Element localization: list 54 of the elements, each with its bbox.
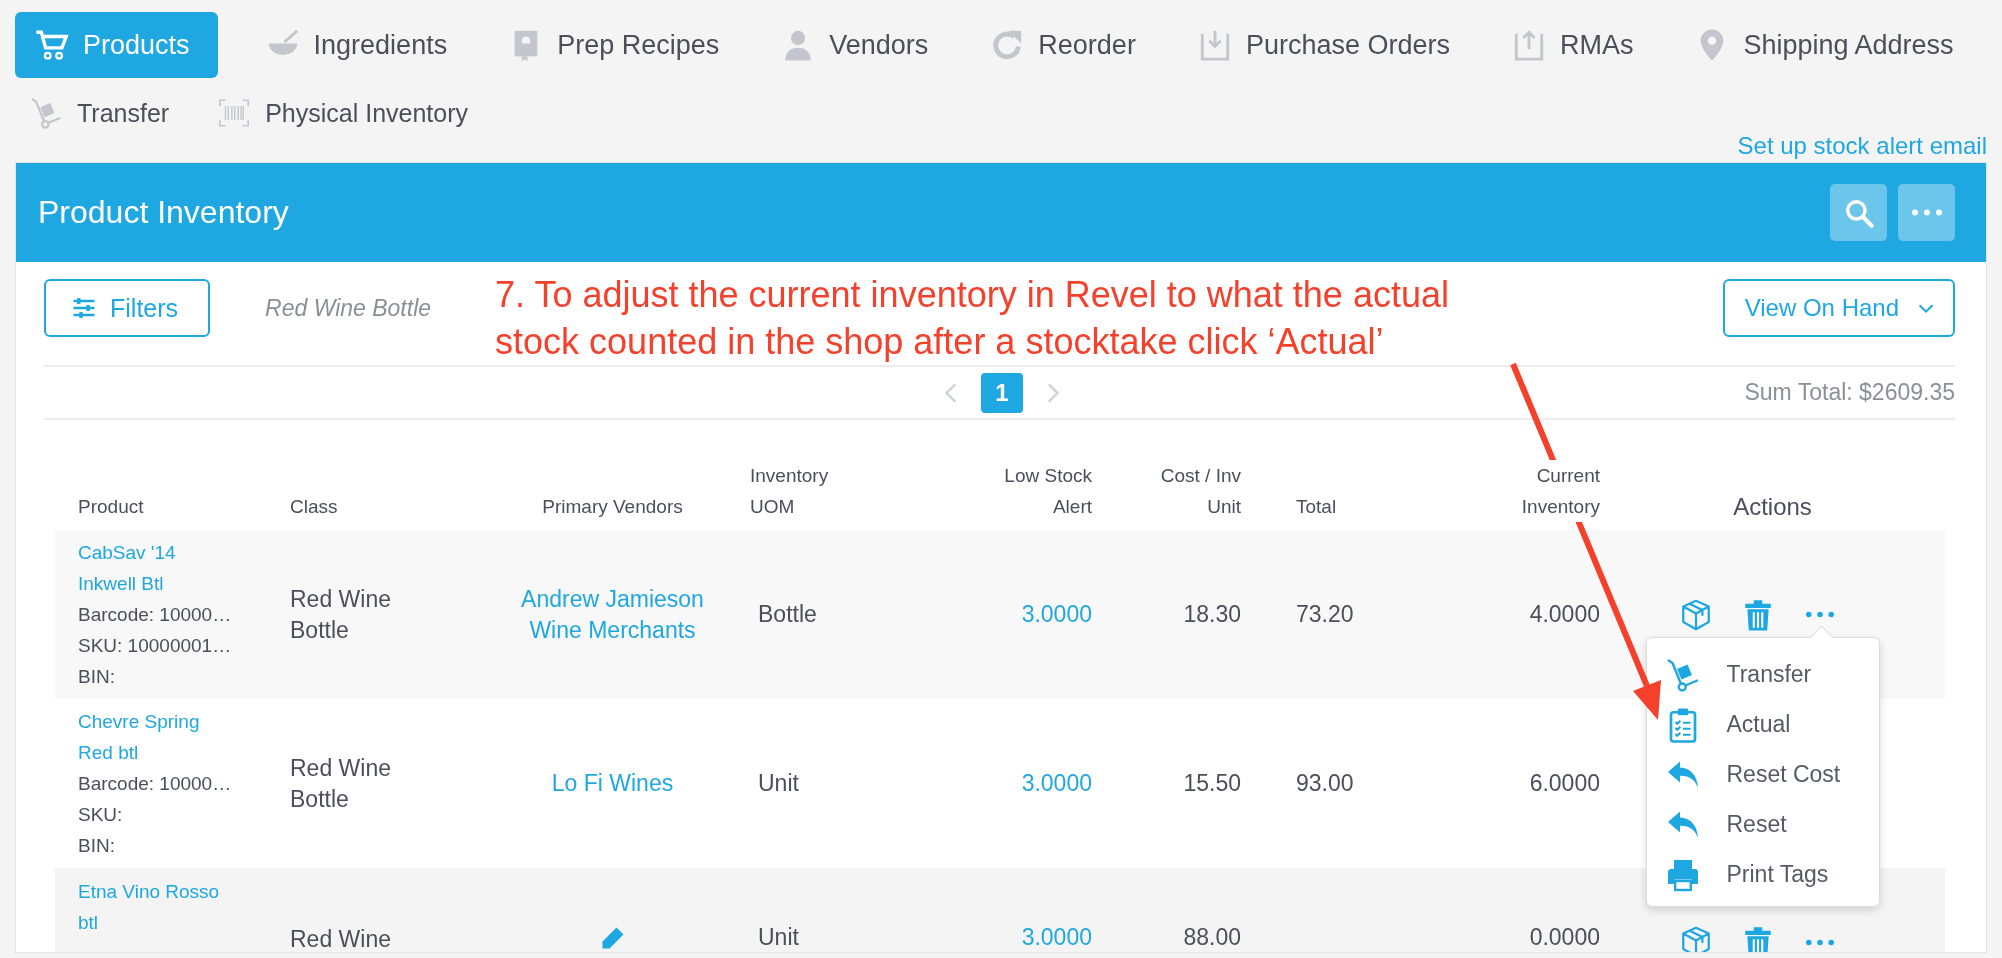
column-header: Product — [78, 495, 145, 519]
class-cell-text: Red Wine — [290, 925, 392, 952]
more-icon — [1805, 938, 1834, 946]
sum-total: Sum Total: $2609.35 — [1744, 379, 1955, 406]
cart-icon — [35, 28, 69, 62]
cost-cell: 88.00 — [1183, 924, 1241, 951]
inventory-cell: 6.0000 — [1529, 770, 1600, 797]
nav-tab[interactable]: Shipping Address — [1681, 12, 1968, 78]
nav-tab[interactable]: RMAs — [1497, 12, 1648, 78]
product-detail: Barcode: 10000… — [78, 772, 233, 796]
total-cell-text: 93.00 — [1296, 770, 1355, 797]
uom-cell-text: Unit — [757, 770, 800, 797]
menu-item[interactable]: Reset Cost — [1664, 749, 1879, 800]
cost-cell: 18.30 — [1183, 601, 1241, 628]
nav-tab[interactable]: Prep Recipes — [495, 12, 734, 78]
annotation-text: 7. To adjust the current inventory in Revel to what the actual stock counted in the shop after a stocktake click ‘Actual’ — [495, 273, 1450, 364]
total-cell-text: 73.20 — [1296, 601, 1355, 628]
product-detail: Barcode: 10000… — [78, 603, 233, 627]
more-button[interactable] — [1898, 184, 1955, 241]
panel-title: Product Inventory — [38, 194, 289, 231]
menu-item[interactable]: Print Tags — [1664, 849, 1879, 900]
product-detail: BIN: — [78, 665, 116, 689]
product-detail: SKU: 10000001… — [78, 634, 233, 658]
uom-cell-text: Bottle — [757, 601, 818, 628]
barcode-icon — [217, 96, 252, 130]
hand-truck-icon — [29, 96, 63, 130]
column-header: Inventory UOM — [750, 464, 830, 519]
active-filter-tag: Red Wine Bottle — [265, 295, 432, 322]
menu-item[interactable]: Actual — [1664, 699, 1879, 750]
product-detail: BIN: — [78, 834, 116, 858]
search-button[interactable] — [1830, 184, 1887, 241]
nav-tab[interactable]: Physical Inventory — [203, 90, 483, 136]
inventory-cell: 0.0000 — [1529, 924, 1600, 951]
column-header: Actions — [1733, 492, 1812, 522]
nav-tab[interactable]: Vendors — [767, 12, 943, 78]
menu-item[interactable]: Transfer — [1664, 649, 1879, 700]
column-header: Class — [290, 495, 339, 519]
column-header: Total — [1296, 495, 1338, 519]
column-header: Cost / Inv Unit — [1159, 464, 1241, 519]
product-detail: SKU: — [78, 803, 124, 827]
column-header: Primary Vendors — [542, 495, 683, 519]
column-header: Low Stock Alert — [1003, 464, 1092, 519]
nav-tab[interactable]: Reorder — [976, 12, 1150, 78]
nav-tab[interactable]: Transfer — [15, 90, 184, 136]
more-icon — [1911, 209, 1942, 216]
nav-tab[interactable]: Ingredients — [251, 12, 462, 78]
class-cell-text: Red Wine Bottle — [290, 753, 392, 814]
nav-tab[interactable]: Purchase Orders — [1183, 12, 1464, 78]
more-icon — [1805, 611, 1834, 618]
menu-item[interactable]: Reset — [1664, 799, 1879, 850]
inventory-cell: 4.0000 — [1529, 601, 1600, 628]
uom-cell-text: Unit — [757, 924, 800, 951]
class-cell-text: Red Wine Bottle — [290, 584, 392, 645]
cost-cell: 15.50 — [1183, 770, 1241, 797]
